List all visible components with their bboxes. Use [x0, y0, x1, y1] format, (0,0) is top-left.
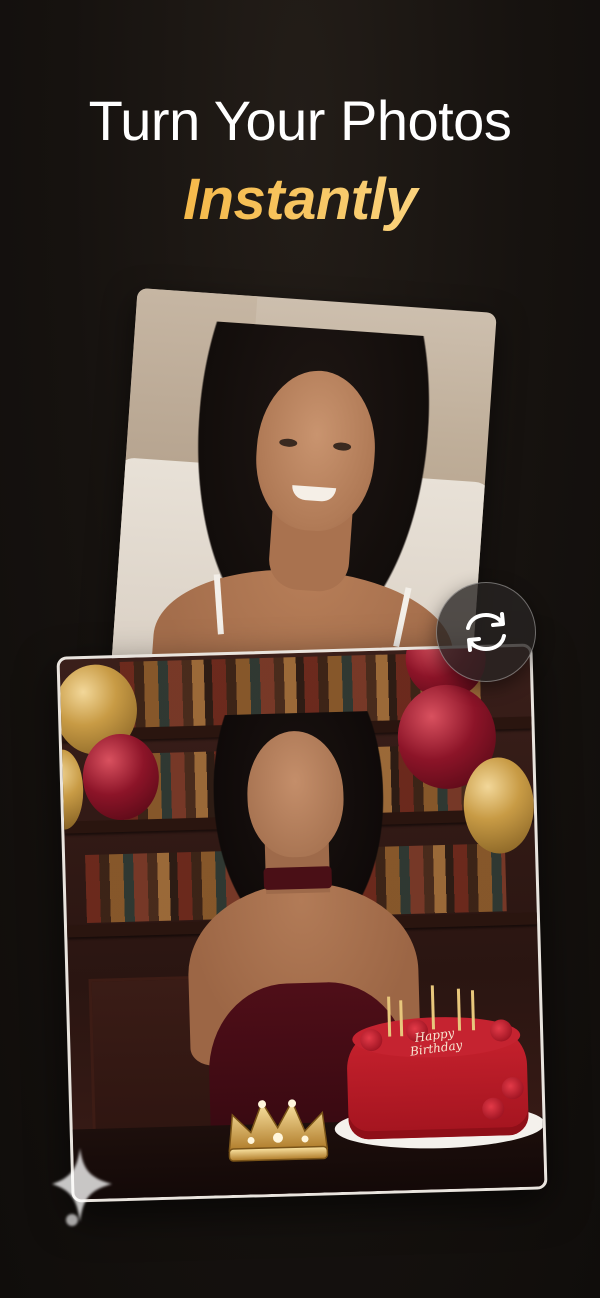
result-photo-card: Happy Birthday	[56, 643, 548, 1203]
balloon-gold	[56, 749, 85, 831]
swap-button[interactable]	[436, 582, 536, 682]
crown-icon	[228, 1099, 329, 1162]
balloon-gold	[462, 756, 536, 855]
candle	[430, 985, 436, 1030]
swap-arrows-icon	[466, 612, 506, 652]
velvet-choker	[263, 866, 333, 891]
candle	[456, 988, 462, 1031]
sparkle-icon	[52, 1148, 112, 1226]
headline-line2: Instantly	[0, 164, 600, 236]
headline-line1: Turn Your Photos	[88, 89, 512, 152]
